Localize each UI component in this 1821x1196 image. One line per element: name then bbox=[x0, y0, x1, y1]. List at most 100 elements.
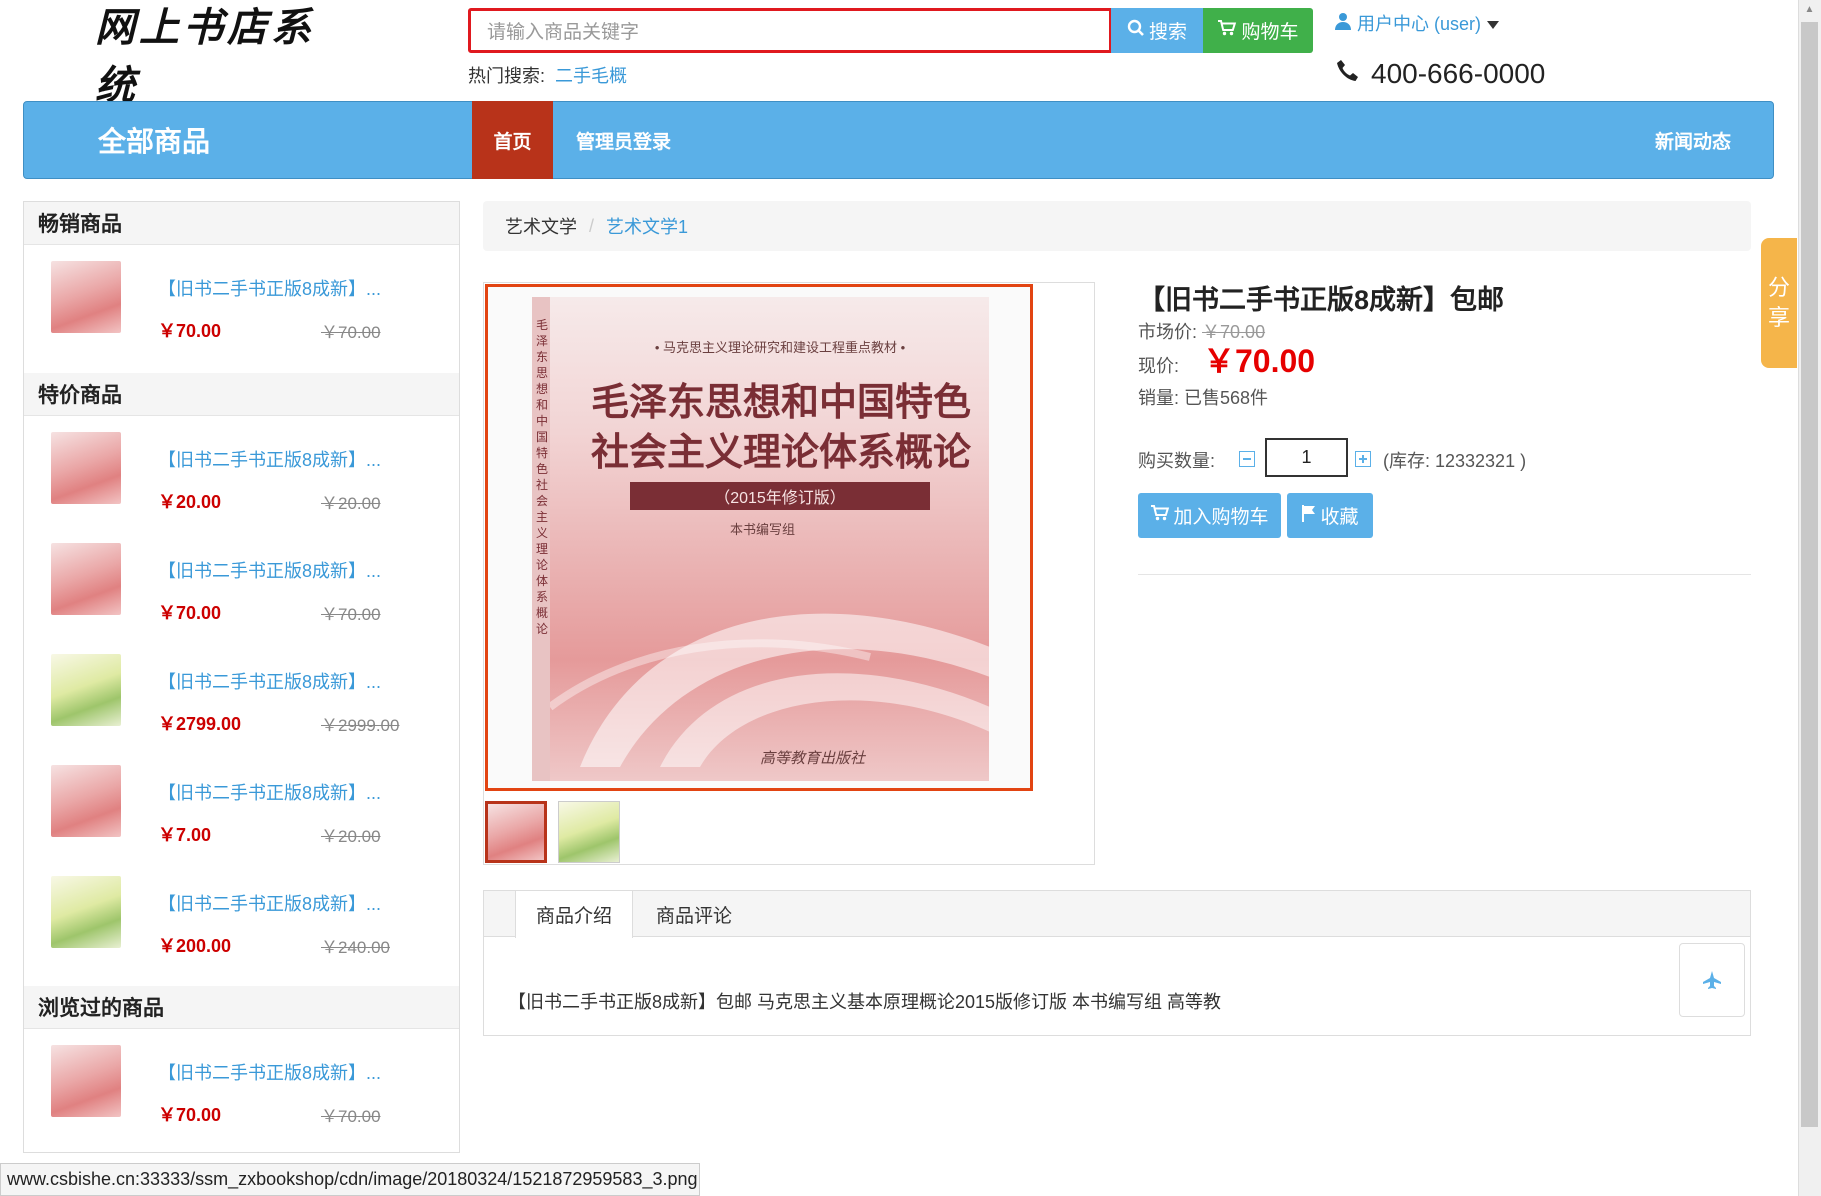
product-price: ￥70.00 bbox=[158, 1105, 222, 1125]
tab-review[interactable]: 商品评论 bbox=[656, 891, 732, 937]
list-item[interactable]: 【旧书二手书正版8成新】... ￥70.00 ￥70.00 bbox=[24, 527, 459, 637]
nav-home[interactable]: 首页 bbox=[472, 101, 553, 179]
book-title-line1: 毛泽东思想和中国特色 bbox=[590, 380, 971, 424]
book-cover-swoosh bbox=[550, 613, 990, 767]
plus-icon bbox=[1359, 455, 1367, 463]
user-icon bbox=[1335, 12, 1351, 35]
product-thumbnail[interactable] bbox=[51, 261, 121, 333]
search-icon bbox=[1127, 19, 1145, 43]
site-logo[interactable]: 网上书店系统 bbox=[95, 4, 335, 109]
product-price: ￥200.00 bbox=[158, 936, 232, 956]
share-tab[interactable]: 分享 bbox=[1761, 238, 1797, 368]
product-old-price: ￥240.00 bbox=[321, 938, 390, 957]
search-button-label: 搜索 bbox=[1148, 22, 1187, 43]
quantity-label: 购买数量: bbox=[1138, 451, 1216, 471]
product-title-link[interactable]: 【旧书二手书正版8成新】... bbox=[158, 1059, 381, 1085]
current-price-label: 现价: bbox=[1138, 356, 1180, 376]
cart-button-label: 购物车 bbox=[1241, 22, 1299, 43]
list-item[interactable]: 【旧书二手书正版8成新】... ￥7.00 ￥20.00 bbox=[24, 749, 459, 859]
product-title-link[interactable]: 【旧书二手书正版8成新】... bbox=[158, 446, 381, 472]
main-navbar bbox=[23, 101, 1774, 179]
section-title-viewed: 浏览过的商品 bbox=[24, 986, 459, 1029]
breadcrumb-current[interactable]: 艺术文学1 bbox=[606, 213, 688, 239]
book-title-line2: 社会主义理论体系概论 bbox=[590, 430, 971, 474]
quantity-increase-button[interactable] bbox=[1355, 451, 1371, 467]
current-price: ￥70.00 bbox=[1203, 343, 1316, 379]
product-thumbnail[interactable] bbox=[51, 543, 121, 615]
book-series-text: • 马克思主义理论研究和建设工程重点教材 • bbox=[654, 340, 906, 355]
book-title: 毛泽东思想和中国特色 社会主义理论体系概论 bbox=[576, 377, 986, 477]
gallery-thumbnail-1[interactable] bbox=[485, 801, 547, 863]
minus-icon bbox=[1243, 458, 1251, 460]
scroll-up-arrow-icon[interactable]: ▲ bbox=[1801, 4, 1818, 18]
scrollbar-thumb[interactable] bbox=[1801, 22, 1818, 1127]
book-cover: 毛泽东思想和中国特色社会主义理论体系概论 • 马克思主义理论研究和建设工程重点教… bbox=[532, 297, 990, 781]
product-title-link[interactable]: 【旧书二手书正版8成新】... bbox=[158, 890, 381, 916]
list-item[interactable]: 【旧书二手书正版8成新】... ￥200.00 ￥240.00 bbox=[24, 860, 459, 970]
favorite-button[interactable]: 收藏 bbox=[1287, 493, 1373, 538]
book-author: 本书编写组 bbox=[730, 522, 796, 537]
product-title-link[interactable]: 【旧书二手书正版8成新】... bbox=[158, 557, 381, 583]
add-to-cart-label: 加入购物车 bbox=[1173, 507, 1269, 528]
flag-icon bbox=[1301, 504, 1317, 528]
product-description: 【旧书二手书正版8成新】包邮 马克思主义基本原理概论2015版修订版 本书编写组… bbox=[508, 992, 1222, 1012]
product-thumbnail[interactable] bbox=[51, 876, 121, 948]
product-price: ￥20.00 bbox=[158, 492, 222, 512]
breadcrumb-separator: / bbox=[589, 215, 595, 236]
product-main-image[interactable]: 毛泽东思想和中国特色社会主义理论体系概论 • 马克思主义理论研究和建设工程重点教… bbox=[485, 284, 1033, 791]
add-to-cart-button[interactable]: 加入购物车 bbox=[1138, 493, 1281, 538]
favorite-label: 收藏 bbox=[1320, 507, 1359, 528]
book-edition: （2015年修订版） bbox=[630, 482, 930, 510]
search-button[interactable]: 搜索 bbox=[1111, 8, 1203, 53]
product-old-price: ￥20.00 bbox=[321, 494, 381, 513]
list-item[interactable]: 【旧书二手书正版8成新】... ￥20.00 ￥20.00 bbox=[24, 416, 459, 526]
quantity-input[interactable]: 1 bbox=[1265, 438, 1348, 477]
product-price: ￥70.00 bbox=[158, 603, 222, 623]
product-old-price: ￥2999.00 bbox=[321, 716, 400, 735]
list-item[interactable]: 【旧书二手书正版8成新】... ￥70.00 ￥70.00 bbox=[24, 245, 459, 355]
section-title-bestsellers: 畅销商品 bbox=[24, 202, 459, 245]
list-item[interactable]: 【旧书二手书正版8成新】... ￥2799.00 ￥2999.00 bbox=[24, 638, 459, 748]
book-spine-text: 毛泽东思想和中国特色社会主义理论体系概论 bbox=[536, 318, 549, 636]
product-old-price: ￥20.00 bbox=[321, 827, 381, 846]
product-thumbnail[interactable] bbox=[51, 432, 121, 504]
browser-status-url: www.csbishe.cn:33333/ssm_zxbookshop/cdn/… bbox=[0, 1163, 700, 1196]
product-thumbnail[interactable] bbox=[51, 765, 121, 837]
product-price: ￥7.00 bbox=[158, 825, 212, 845]
nav-admin-login[interactable]: 管理员登录 bbox=[576, 101, 671, 179]
product-title-link[interactable]: 【旧书二手书正版8成新】... bbox=[158, 275, 381, 301]
plane-icon bbox=[1703, 971, 1721, 989]
phone-number: 400-666-0000 bbox=[1335, 55, 1545, 93]
product-thumbnail[interactable] bbox=[51, 1045, 121, 1117]
product-old-price: ￥70.00 bbox=[321, 605, 381, 624]
nav-all-goods[interactable]: 全部商品 bbox=[98, 101, 210, 179]
caret-down-icon bbox=[1487, 13, 1500, 34]
product-old-price: ￥70.00 bbox=[321, 323, 381, 342]
user-center-label: 用户中心 (user) bbox=[1357, 14, 1482, 34]
quantity-decrease-button[interactable] bbox=[1239, 451, 1255, 467]
divider bbox=[1138, 574, 1751, 575]
search-input[interactable]: 请输入商品关键字 bbox=[468, 8, 1112, 53]
hot-search-link[interactable]: 二手毛概 bbox=[555, 62, 627, 88]
cart-icon bbox=[1217, 19, 1237, 43]
back-to-top-button[interactable] bbox=[1679, 943, 1745, 1017]
sidebar: 畅销商品 【旧书二手书正版8成新】... ￥70.00 ￥70.00 特价商品 … bbox=[23, 201, 460, 1153]
product-title-link[interactable]: 【旧书二手书正版8成新】... bbox=[158, 668, 381, 694]
gallery-thumbnail-2[interactable] bbox=[558, 801, 620, 863]
product-old-price: ￥70.00 bbox=[321, 1107, 381, 1126]
book-publisher: 高等教育出版社 bbox=[760, 750, 866, 767]
sales-count: 销量: 已售568件 bbox=[1138, 388, 1269, 408]
user-center-dropdown[interactable]: 用户中心 (user) bbox=[1335, 8, 1500, 38]
market-price-label: 市场价: bbox=[1138, 322, 1198, 342]
list-item[interactable]: 【旧书二手书正版8成新】... ￥70.00 ￥70.00 bbox=[24, 1029, 459, 1139]
cart-button[interactable]: 购物车 bbox=[1203, 8, 1313, 53]
section-title-specials: 特价商品 bbox=[24, 373, 459, 416]
tab-intro[interactable]: 商品介绍 bbox=[515, 891, 633, 938]
product-price: ￥70.00 bbox=[158, 321, 222, 341]
breadcrumb-parent[interactable]: 艺术文学 bbox=[505, 213, 577, 239]
product-thumbnail[interactable] bbox=[51, 654, 121, 726]
phone-icon bbox=[1335, 58, 1361, 91]
breadcrumb: 艺术文学 / 艺术文学1 bbox=[483, 201, 1751, 251]
nav-news[interactable]: 新闻动态 bbox=[1655, 101, 1731, 179]
product-title-link[interactable]: 【旧书二手书正版8成新】... bbox=[158, 779, 381, 805]
